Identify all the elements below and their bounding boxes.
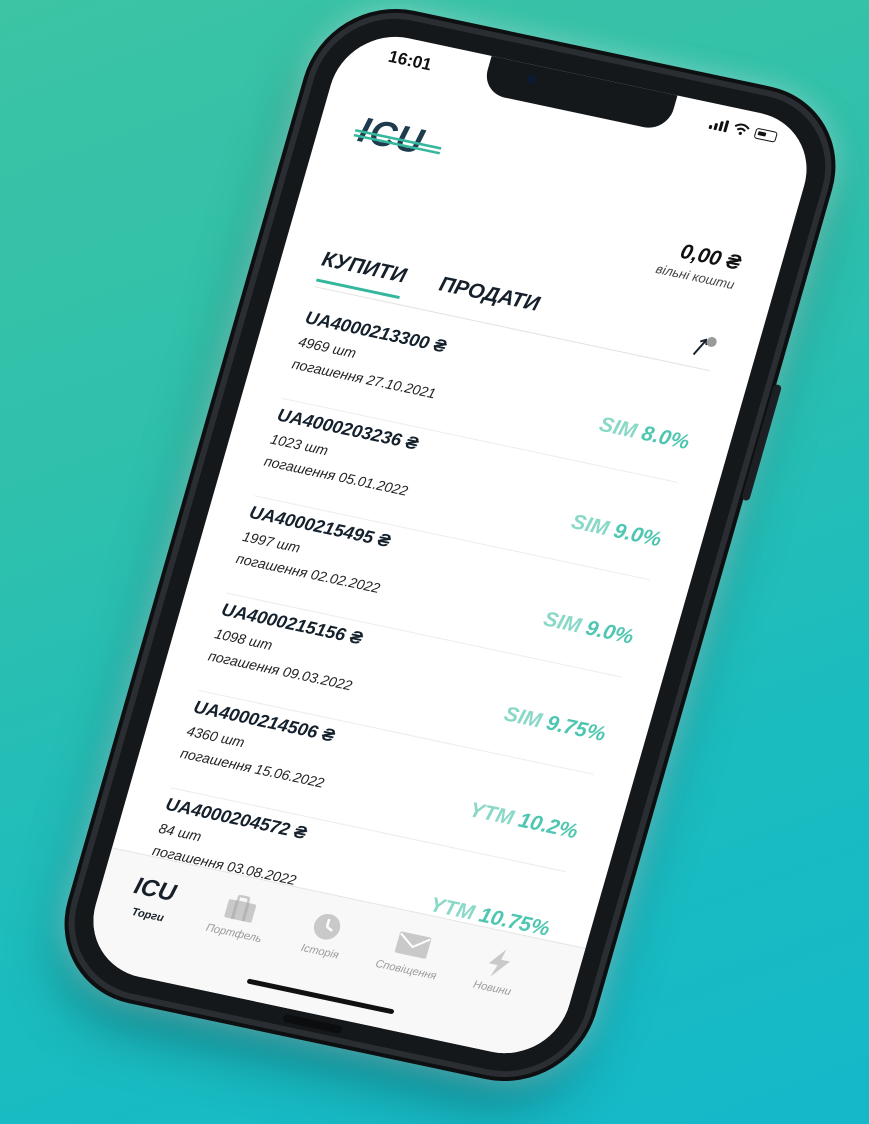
power-button xyxy=(741,383,783,502)
tabbar-item-trading[interactable]: ICU Торги xyxy=(108,867,198,929)
tabbar-item-notifications[interactable]: Сповіщення xyxy=(366,922,456,984)
yield-type: SIM xyxy=(596,412,640,443)
bond-yield: YTM 10.2% xyxy=(466,798,581,844)
battery-icon xyxy=(753,127,779,143)
bond-list: UA4000213300 ₴ 4969 шт погашення 27.10.2… xyxy=(142,301,706,970)
balance-block: 0,00 ₴ вільні кошти xyxy=(654,236,743,292)
yield-value: 9.75% xyxy=(543,711,609,746)
tabbar-item-history[interactable]: Історія xyxy=(280,903,370,965)
home-indicator[interactable] xyxy=(246,978,395,1015)
yield-value: 9.0% xyxy=(610,519,665,552)
tabbar-item-news[interactable]: Новини xyxy=(452,940,542,1002)
status-icons xyxy=(708,117,779,143)
yield-value: 8.0% xyxy=(638,421,693,455)
tab-sell[interactable]: ПРОДАТИ xyxy=(434,273,542,325)
sort-arrow-icon[interactable] xyxy=(687,330,720,360)
yield-value: 10.2% xyxy=(515,808,581,844)
bond-quantity: 84 шт xyxy=(157,820,204,845)
app-screen: 16:01 ICU 0,00 ₴ вільні кошти КУПИТИ ПРО… xyxy=(78,25,822,1065)
camera xyxy=(525,73,538,86)
bond-yield: SIM 9.75% xyxy=(501,702,609,746)
yield-value: 9.0% xyxy=(583,616,637,649)
bond-maturity: погашення 15.06.2022 xyxy=(178,744,327,791)
bond-maturity: погашення 09.03.2022 xyxy=(206,647,355,694)
signal-icon xyxy=(708,117,730,133)
tab-buy[interactable]: КУПИТИ xyxy=(315,247,410,300)
bond-yield: SIM 9.0% xyxy=(540,607,637,650)
phone-frame: 16:01 ICU 0,00 ₴ вільні кошти КУПИТИ ПРО… xyxy=(56,4,844,1086)
notch xyxy=(481,54,679,133)
bond-yield: SIM 9.0% xyxy=(568,510,664,552)
background: 16:01 ICU 0,00 ₴ вільні кошти КУПИТИ ПРО… xyxy=(0,0,869,1124)
bond-maturity: погашення 27.10.2021 xyxy=(290,355,438,402)
yield-type: YTM xyxy=(466,798,517,830)
yield-type: SIM xyxy=(568,510,612,541)
wifi-icon xyxy=(734,123,750,135)
bond-maturity: погашення 02.02.2022 xyxy=(234,550,382,597)
yield-type: SIM xyxy=(540,607,584,638)
tabbar-item-portfolio[interactable]: Портфель xyxy=(194,885,284,947)
bond-yield: SIM 8.0% xyxy=(596,413,692,455)
status-time: 16:01 xyxy=(386,46,435,75)
yield-type: SIM xyxy=(501,702,545,733)
bond-maturity: погашення 05.01.2022 xyxy=(262,452,410,499)
